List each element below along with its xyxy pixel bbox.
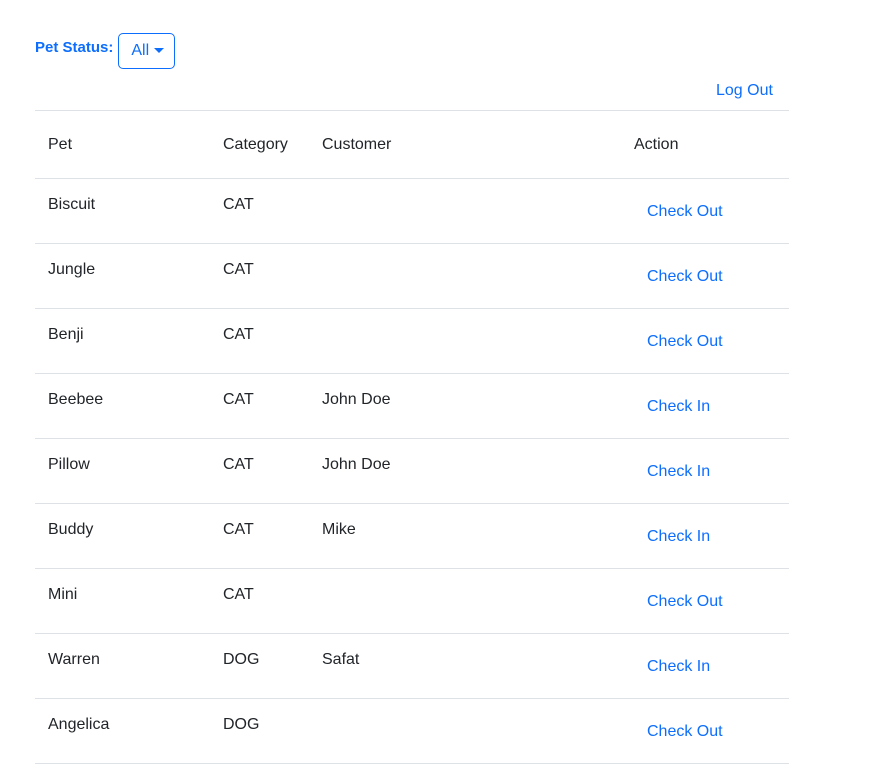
category-cell: CAT [223, 438, 322, 504]
pet-name-cell: Biscuit [35, 178, 223, 244]
customer-cell: John Doe [322, 438, 634, 504]
check-out-button[interactable]: Check Out [634, 309, 723, 351]
pet-category: CAT [223, 391, 254, 408]
pet-status-dropdown[interactable]: All [118, 33, 176, 69]
pet-name-cell: Mini [35, 568, 223, 634]
pet-status-selected: All [131, 42, 150, 59]
customer-name [322, 244, 634, 261]
pet-name-cell: Angelica [35, 698, 223, 764]
action-cell: Check In [634, 503, 789, 569]
customer-name: John Doe [322, 456, 391, 473]
table-row: Pillow CAT John Doe Check In [35, 438, 789, 504]
action-cell: Check Out [634, 243, 789, 309]
customer-cell [322, 698, 634, 764]
customer-cell [322, 243, 634, 309]
pet-name-cell: Warren [35, 633, 223, 699]
action-cell: Check Out [634, 698, 789, 764]
action-cell: Check Out [634, 178, 789, 244]
pet-name: Mini [48, 586, 78, 603]
action-cell: Check Out [634, 568, 789, 634]
table-row: Warren DOG Safat Check In [35, 633, 789, 699]
category-cell: CAT [223, 503, 322, 569]
column-header-customer: Customer [322, 110, 634, 179]
pet-category: CAT [223, 456, 254, 473]
customer-cell: Safat [322, 633, 634, 699]
customer-name [322, 569, 634, 586]
pet-category: CAT [223, 521, 254, 538]
logout-link[interactable]: Log Out [716, 82, 773, 100]
customer-name [322, 309, 634, 326]
pets-table-body: Biscuit CAT Check Out Jungle CAT Check O… [35, 178, 789, 764]
check-out-button[interactable]: Check Out [634, 699, 723, 741]
table-row: Benji CAT Check Out [35, 308, 789, 374]
check-out-button[interactable]: Check Out [634, 179, 723, 221]
table-row: Angelica DOG Check Out [35, 698, 789, 764]
check-in-button[interactable]: Check In [634, 504, 710, 546]
check-out-button[interactable]: Check Out [634, 244, 723, 286]
pet-name-cell: Pillow [35, 438, 223, 504]
customer-name [322, 699, 634, 716]
pet-name: Angelica [48, 716, 110, 733]
table-row: Biscuit CAT Check Out [35, 178, 789, 244]
pet-status-label: Pet Status: [35, 39, 114, 56]
customer-cell [322, 568, 634, 634]
category-cell: CAT [223, 308, 322, 374]
pet-category: CAT [223, 196, 254, 213]
pets-table: Pet Category Customer Action Biscuit CAT… [35, 110, 789, 764]
pet-category: CAT [223, 261, 254, 278]
category-cell: CAT [223, 243, 322, 309]
action-cell: Check In [634, 438, 789, 504]
pet-name-cell: Benji [35, 308, 223, 374]
customer-cell [322, 178, 634, 244]
pet-name-cell: Jungle [35, 243, 223, 309]
column-header-action: Action [634, 110, 789, 179]
table-row: Mini CAT Check Out [35, 568, 789, 634]
pet-category: DOG [223, 716, 260, 733]
pet-category: CAT [223, 326, 254, 343]
table-row: Buddy CAT Mike Check In [35, 503, 789, 569]
table-header-row: Pet Category Customer Action [35, 110, 789, 179]
pet-name: Benji [48, 326, 84, 343]
check-out-button[interactable]: Check Out [634, 569, 723, 611]
customer-cell: Mike [322, 503, 634, 569]
check-in-button[interactable]: Check In [634, 439, 710, 481]
action-cell: Check In [634, 633, 789, 699]
pet-name: Warren [48, 651, 100, 668]
pet-category: CAT [223, 586, 254, 603]
pet-status-filter: Pet Status: All [35, 32, 176, 69]
check-in-button[interactable]: Check In [634, 374, 710, 416]
category-cell: CAT [223, 373, 322, 439]
caret-down-icon [154, 48, 165, 53]
pet-name: Beebee [48, 391, 104, 408]
customer-name: John Doe [322, 391, 391, 408]
category-cell: DOG [223, 698, 322, 764]
pet-name: Jungle [48, 261, 96, 278]
action-cell: Check Out [634, 308, 789, 374]
customer-name: Mike [322, 521, 356, 538]
pet-name-cell: Buddy [35, 503, 223, 569]
column-header-pet: Pet [35, 110, 223, 179]
table-row: Beebee CAT John Doe Check In [35, 373, 789, 439]
customer-name: Safat [322, 651, 360, 668]
pet-name: Pillow [48, 456, 90, 473]
table-row: Jungle CAT Check Out [35, 243, 789, 309]
pet-name: Buddy [48, 521, 94, 538]
pet-category: DOG [223, 651, 260, 668]
pet-name: Biscuit [48, 196, 96, 213]
customer-name [322, 179, 634, 196]
customer-cell: John Doe [322, 373, 634, 439]
customer-cell [322, 308, 634, 374]
check-in-button[interactable]: Check In [634, 634, 710, 676]
category-cell: CAT [223, 568, 322, 634]
pet-name-cell: Beebee [35, 373, 223, 439]
column-header-category: Category [223, 110, 322, 179]
category-cell: DOG [223, 633, 322, 699]
category-cell: CAT [223, 178, 322, 244]
action-cell: Check In [634, 373, 789, 439]
